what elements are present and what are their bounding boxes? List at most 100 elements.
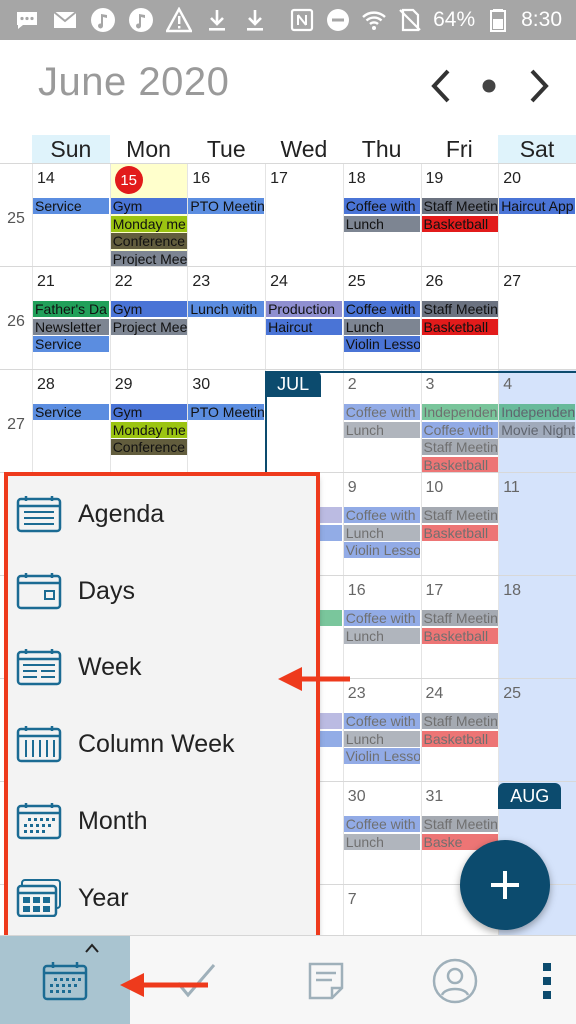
event-chip[interactable]: Basketball bbox=[421, 456, 498, 473]
day-cell[interactable]: 30 bbox=[187, 370, 265, 473]
menu-item-label: Month bbox=[78, 806, 148, 835]
event-chip[interactable]: Coffee with bbox=[343, 198, 420, 214]
menu-item-label: Week bbox=[78, 652, 142, 681]
day-number: 28 bbox=[37, 376, 55, 393]
day-cell[interactable]: 7 bbox=[342, 885, 421, 935]
event-chip[interactable]: Project Mee bbox=[110, 250, 187, 267]
week-row: 26 21 22 23 24 25 26 27 Father's Da Newsletter Ser… bbox=[0, 266, 576, 370]
event-chip[interactable]: Lunch bbox=[343, 215, 420, 232]
warning-icon bbox=[166, 7, 192, 33]
day-number: 26 bbox=[425, 273, 444, 290]
event-chip[interactable]: Lunch bbox=[343, 421, 420, 438]
nav-notes[interactable] bbox=[276, 936, 376, 1024]
day-number: 25 bbox=[347, 273, 366, 290]
no-sim-icon bbox=[397, 7, 423, 33]
day-cell[interactable]: 20 bbox=[498, 164, 576, 267]
event-chip[interactable]: Staff Meetin bbox=[421, 439, 498, 455]
month-boundary-line bbox=[265, 371, 576, 373]
event-chip[interactable]: Service bbox=[33, 336, 109, 352]
day-cell[interactable]: 14 bbox=[32, 164, 110, 267]
weekday-label: Sun bbox=[32, 135, 110, 163]
weekday-label: Fri bbox=[420, 135, 499, 163]
event-chip[interactable]: Staff Meetin bbox=[421, 301, 498, 317]
event-chip[interactable]: Basketball bbox=[421, 730, 498, 747]
event-chip[interactable]: Basketball bbox=[421, 318, 498, 335]
event-chip[interactable]: Lunch bbox=[343, 627, 420, 644]
event-chip[interactable]: Staff Meetin bbox=[421, 610, 498, 626]
event-chip[interactable]: Lunch bbox=[343, 524, 420, 541]
bottom-nav bbox=[0, 935, 576, 1024]
event-chip[interactable]: Basketball bbox=[421, 627, 498, 644]
event-chip[interactable]: Production bbox=[266, 301, 343, 317]
event-chip[interactable]: Newsletter bbox=[33, 318, 109, 335]
previous-month-button[interactable] bbox=[424, 66, 458, 106]
event-chip[interactable]: Independen bbox=[499, 404, 576, 420]
event-chip[interactable]: Conference bbox=[110, 233, 187, 249]
day-cell[interactable]: 28 bbox=[32, 370, 110, 473]
event-chip[interactable]: PTO Meetin bbox=[188, 198, 265, 214]
menu-item-week[interactable]: Week bbox=[8, 629, 316, 705]
event-chip[interactable]: Haircut App bbox=[499, 198, 576, 214]
event-chip[interactable]: Monday me bbox=[110, 215, 187, 232]
event-chip[interactable]: Service bbox=[33, 198, 109, 214]
event-chip[interactable]: Lunch with bbox=[188, 301, 265, 317]
event-chip[interactable]: Coffee with bbox=[343, 507, 420, 523]
day-cell[interactable]: 23 bbox=[187, 267, 265, 370]
menu-item-label: Agenda bbox=[78, 499, 165, 528]
week-icon bbox=[16, 648, 62, 686]
event-chip[interactable]: Service bbox=[33, 404, 109, 420]
contacts-icon bbox=[432, 958, 478, 1003]
today-button[interactable] bbox=[472, 66, 506, 106]
day-cell[interactable]: 25 bbox=[498, 679, 576, 782]
event-chip[interactable]: Project Mee bbox=[110, 318, 187, 335]
event-chip[interactable]: Staff Meetin bbox=[421, 198, 498, 214]
month-title[interactable]: June 2020 bbox=[38, 60, 229, 105]
nfc-icon bbox=[289, 7, 315, 33]
event-chip[interactable]: Lunch bbox=[343, 833, 420, 850]
nav-calendar[interactable] bbox=[0, 936, 130, 1024]
event-chip[interactable]: PTO Meetin bbox=[188, 404, 265, 420]
day-cell[interactable]: 11 bbox=[498, 473, 576, 576]
event-chip[interactable]: Coffee with bbox=[343, 713, 420, 729]
day-cell[interactable]: 27 bbox=[498, 267, 576, 370]
event-chip[interactable]: Conference bbox=[110, 439, 187, 455]
menu-item-year[interactable]: Year bbox=[8, 860, 316, 936]
event-chip[interactable]: Father's Da bbox=[33, 301, 109, 317]
nav-contacts[interactable] bbox=[405, 936, 505, 1024]
event-chip[interactable]: Gym bbox=[110, 198, 187, 214]
event-chip[interactable]: Violin Lesso bbox=[343, 336, 420, 352]
event-chip[interactable]: Haircut bbox=[266, 318, 343, 335]
event-chip[interactable]: Coffee with bbox=[343, 404, 420, 420]
menu-item-agenda[interactable]: Agenda bbox=[8, 476, 316, 552]
event-chip[interactable]: Coffee with bbox=[343, 816, 420, 832]
day-cell[interactable]: 16 bbox=[187, 164, 265, 267]
more-options-button[interactable] bbox=[518, 936, 576, 1024]
event-chip[interactable]: Independen bbox=[421, 404, 498, 420]
menu-item-column-week[interactable]: Column Week bbox=[8, 706, 316, 782]
download-icon bbox=[242, 7, 268, 33]
menu-item-days[interactable]: Days bbox=[8, 553, 316, 629]
menu-item-month[interactable]: Month bbox=[8, 783, 316, 859]
event-chip[interactable]: Lunch bbox=[343, 318, 420, 335]
event-chip[interactable]: Coffee with bbox=[421, 421, 498, 438]
event-chip[interactable]: Basketball bbox=[421, 215, 498, 232]
event-chip[interactable]: Lunch bbox=[343, 730, 420, 747]
event-chip[interactable]: Gym bbox=[110, 404, 187, 420]
next-month-button[interactable] bbox=[522, 66, 556, 106]
day-cell[interactable]: 18 bbox=[498, 576, 576, 679]
event-chip[interactable]: Basketball bbox=[421, 524, 498, 541]
day-number: 19 bbox=[425, 170, 444, 187]
event-chip[interactable]: Violin Lesso bbox=[343, 542, 420, 558]
event-chip[interactable]: Movie Night bbox=[499, 421, 576, 438]
event-chip[interactable]: Coffee with bbox=[343, 301, 420, 317]
event-chip[interactable]: Violin Lesso bbox=[343, 748, 420, 764]
event-chip[interactable]: Staff Meetin bbox=[421, 816, 498, 832]
event-chip[interactable]: Monday me bbox=[110, 421, 187, 438]
event-chip[interactable]: Staff Meetin bbox=[421, 507, 498, 523]
event-chip[interactable]: Staff Meetin bbox=[421, 713, 498, 729]
day-cell[interactable]: 17 bbox=[265, 164, 343, 267]
event-chip[interactable]: Gym bbox=[110, 301, 187, 317]
add-event-button[interactable] bbox=[460, 840, 550, 930]
event-chip[interactable]: Coffee with bbox=[343, 610, 420, 626]
week-number: 27 bbox=[7, 416, 25, 433]
